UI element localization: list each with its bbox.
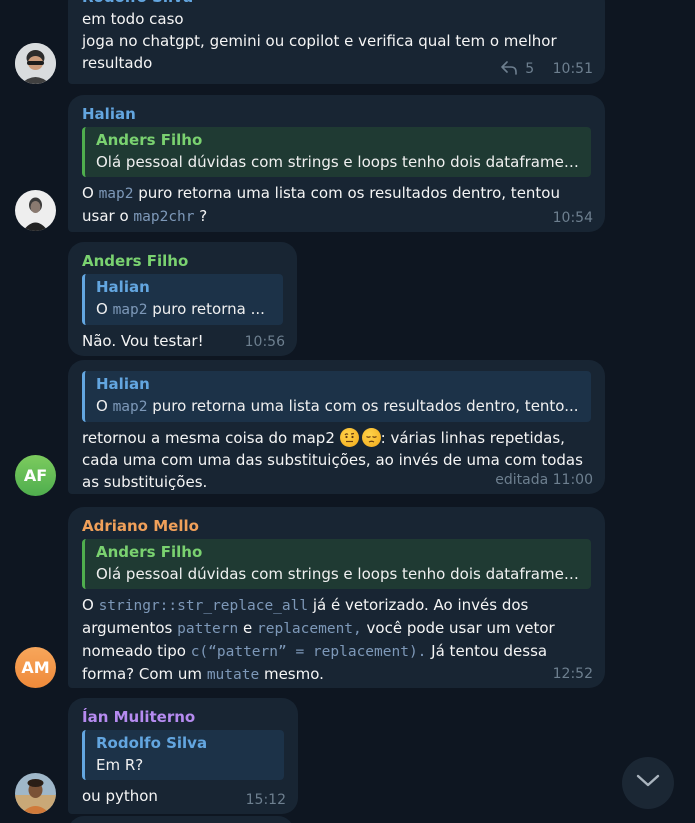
reply-quote[interactable]: Anders Filho Olá pessoal dúvidas com str… [82, 539, 591, 589]
pensive-emoji [361, 428, 381, 447]
sender-name[interactable]: Halian [82, 103, 591, 125]
inline-code: pattern [177, 621, 239, 637]
reply-quote[interactable]: Halian O map2 puro retorna ... [82, 274, 283, 325]
reply-quote[interactable]: Rodolfo Silva Em R? [82, 730, 284, 780]
message-text: O map2 puro retorna uma lista com os res… [82, 184, 560, 225]
reply-quote[interactable]: Halian O map2 puro retorna uma lista com… [82, 371, 591, 422]
inline-code: map2chr [133, 209, 195, 225]
avatar[interactable] [15, 43, 56, 84]
message-bubble-adriano[interactable]: Adriano Mello Anders Filho Olá pessoal d… [68, 507, 605, 688]
message-bubble-halian[interactable]: Halian Anders Filho Olá pessoal dúvidas … [68, 95, 605, 232]
raised-eyebrow-emoji [339, 428, 359, 447]
message-bubble-anders-2[interactable]: Halian O map2 puro retorna uma lista com… [68, 360, 605, 494]
reply-sender: Anders Filho [96, 131, 203, 149]
reply-text: Olá pessoal dúvidas com strings e loops … [96, 565, 581, 583]
reply-text: Olá pessoal dúvidas com strings e loops … [96, 153, 581, 171]
message-time: 12:52 [552, 666, 593, 682]
reply-quote[interactable]: Anders Filho Olá pessoal dúvidas com str… [82, 127, 591, 177]
inline-code: stringr::str_replace_all [98, 598, 309, 614]
reply-text: O map2 puro retorna uma lista com os res… [96, 397, 579, 415]
message-line: joga no chatgpt, gemini ou copilot e ver… [82, 32, 557, 50]
sender-name[interactable]: Anders Filho [82, 250, 283, 272]
reply-sender: Halian [96, 278, 150, 296]
reply-sender: Halian [96, 375, 150, 393]
reply-text: O map2 puro retorna ... [96, 300, 265, 318]
inline-code: map2 [112, 302, 148, 318]
sender-name[interactable]: Ían Muliterno [82, 706, 284, 728]
inline-code: replacement, [257, 621, 362, 637]
message-bubble-partial[interactable] [68, 816, 294, 823]
inline-code: map2 [112, 399, 148, 415]
message-time-edited: editada 11:00 [495, 472, 593, 488]
admin-badge: admin [547, 0, 591, 6]
message-time: 15:12 [245, 792, 286, 808]
message-text: O stringr::str_replace_all já é vetoriza… [82, 596, 555, 683]
message-bubble-rodolfo[interactable]: Rodolfo Silva admin em todo caso joga no… [68, 0, 605, 84]
message-time: 10:56 [244, 334, 285, 350]
avatar[interactable]: AM [15, 647, 56, 688]
scroll-to-bottom-button[interactable] [622, 757, 674, 809]
inline-code: map2 [98, 186, 134, 202]
chevron-down-icon [636, 774, 660, 792]
message-time: 10:51 [552, 61, 593, 77]
inline-code: c(“pattern” = replacement). [190, 644, 427, 660]
reply-sender: Rodolfo Silva [96, 734, 208, 752]
reply-arrow-icon[interactable] [501, 61, 517, 79]
replies-count[interactable]: 5 [525, 61, 534, 77]
avatar[interactable] [15, 773, 56, 814]
sender-name[interactable]: Rodolfo Silva [82, 0, 591, 8]
reply-text: Em R? [96, 756, 144, 774]
message-bubble-anders[interactable]: Anders Filho Halian O map2 puro retorna … [68, 242, 297, 356]
message-time: 10:54 [552, 210, 593, 226]
message-bubble-ian[interactable]: Ían Muliterno Rodolfo Silva Em R? ou pyt… [68, 698, 298, 814]
sender-name[interactable]: Adriano Mello [82, 515, 591, 537]
avatar[interactable]: AF [15, 455, 56, 496]
reply-sender: Anders Filho [96, 543, 203, 561]
inline-code: mutate [206, 667, 260, 683]
message-line: em todo caso [82, 10, 184, 28]
message-meta: 5 10:51 [501, 61, 593, 79]
avatar[interactable] [15, 190, 56, 231]
